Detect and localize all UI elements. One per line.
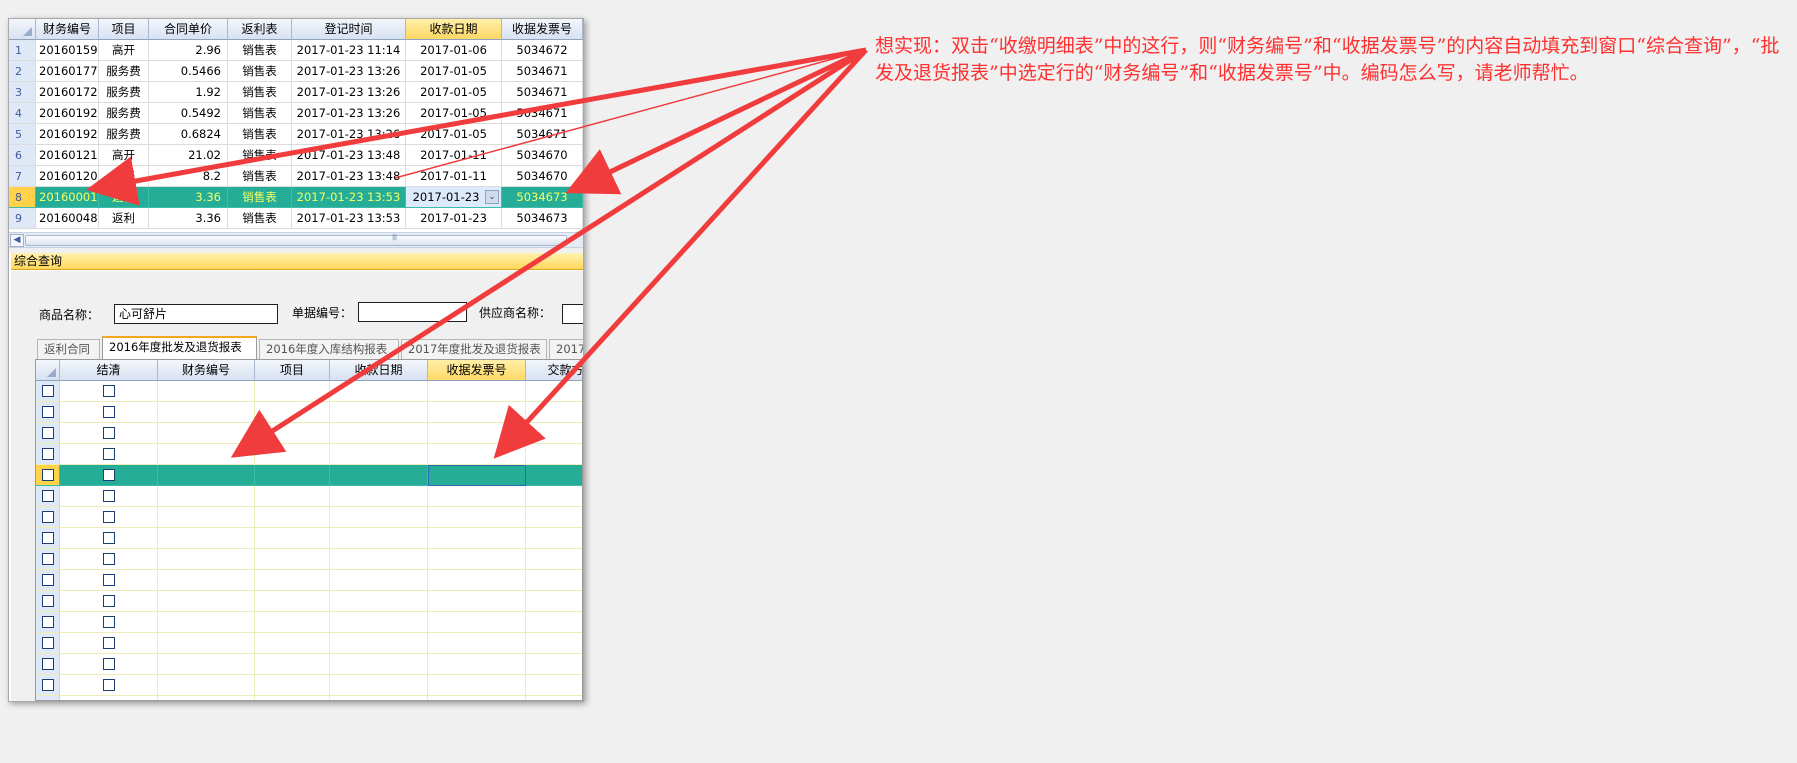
arrow-to-top-invoice-no	[565, 47, 868, 195]
tab-2016-wholesale-return-report[interactable]: 2016年度批发及退货报表	[102, 336, 257, 359]
arrow-thin-guide	[394, 49, 867, 179]
arrow-to-top-finance-no	[86, 47, 867, 206]
annotation-arrows	[86, 47, 868, 459]
